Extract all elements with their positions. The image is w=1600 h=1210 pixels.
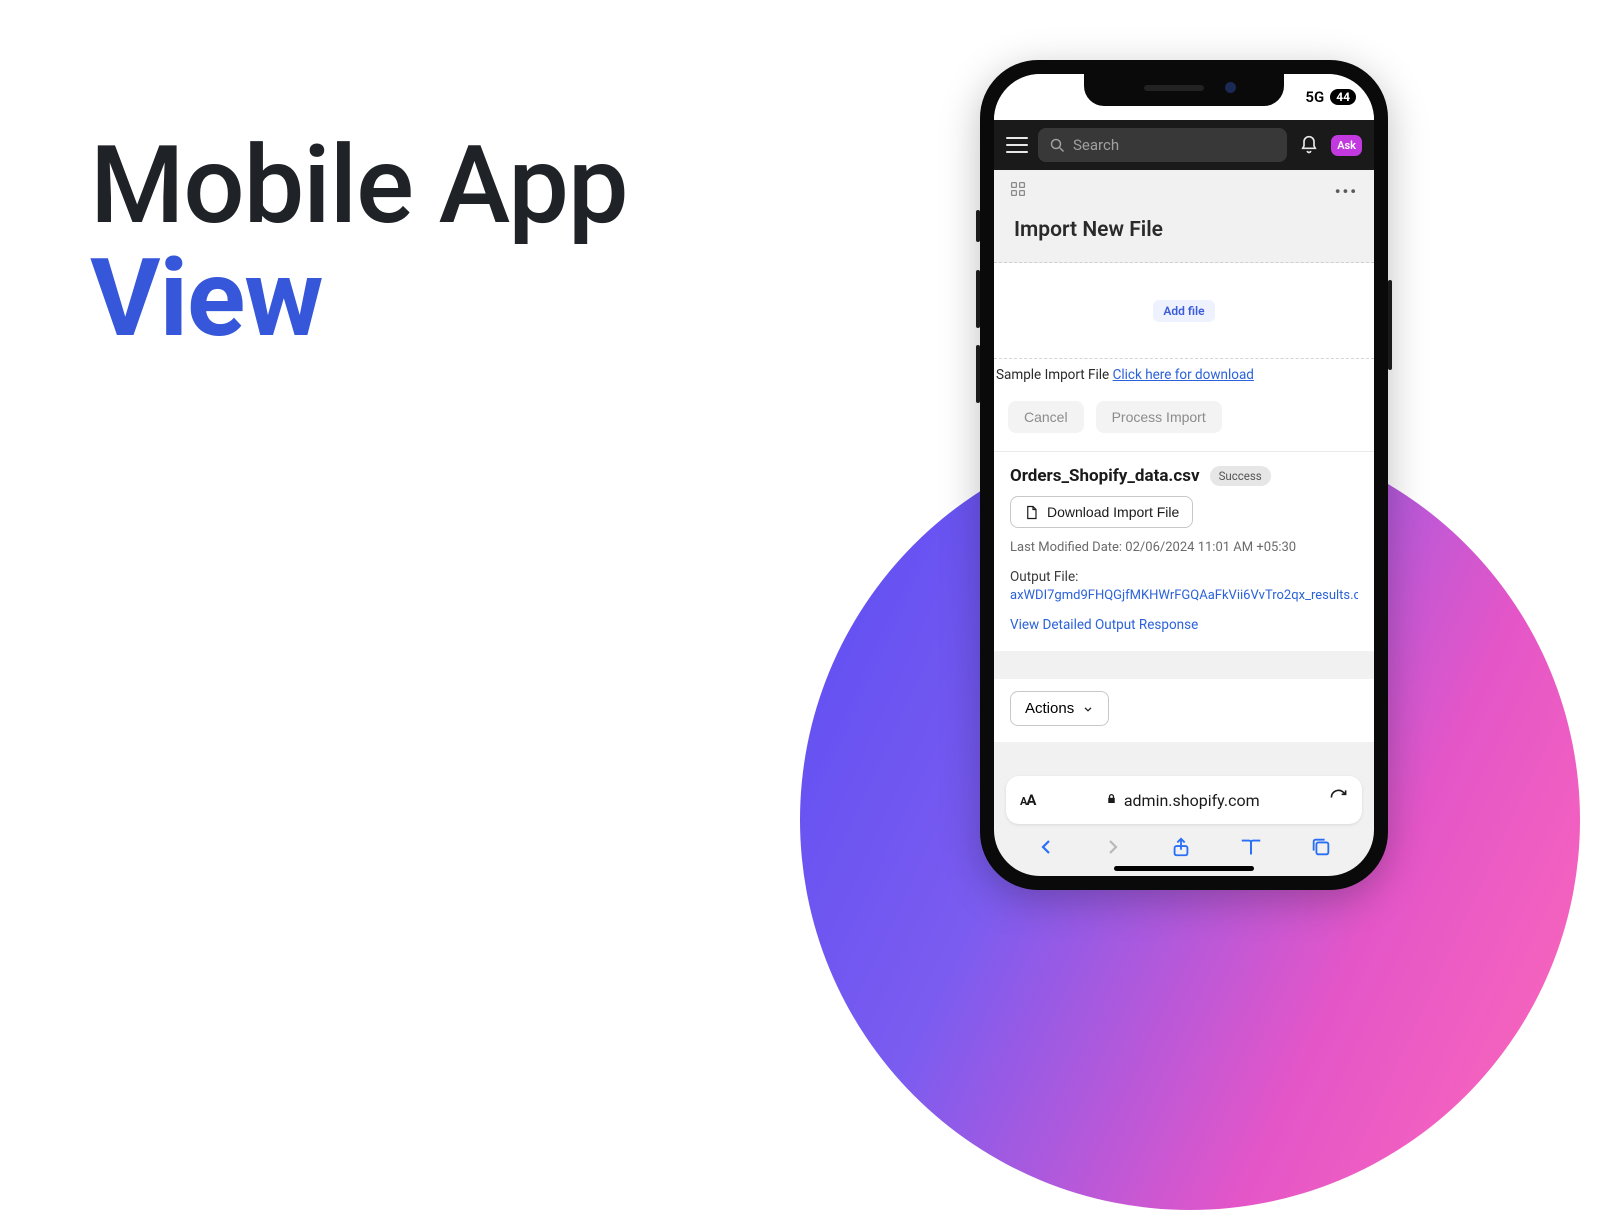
search-input[interactable]: Search (1038, 128, 1287, 162)
file-dropzone[interactable]: Add file (994, 263, 1374, 359)
status-badge: Success (1210, 466, 1271, 486)
page-header-row: ••• (994, 170, 1374, 212)
tabs-icon[interactable] (1310, 836, 1332, 858)
phone-notch (1084, 74, 1284, 106)
add-file-button[interactable]: Add file (1153, 300, 1214, 322)
phone-frame: 5G 44 Search Ask (980, 60, 1388, 890)
result-filename: Orders_Shopify_data.csv (1010, 466, 1200, 486)
import-result-card: Orders_Shopify_data.csv Success Download… (994, 452, 1374, 651)
network-label: 5G (1305, 88, 1324, 106)
safari-url-bar[interactable]: AA admin.shopify.com (1006, 776, 1362, 824)
url-domain: admin.shopify.com (1124, 791, 1260, 810)
view-detailed-output-link[interactable]: View Detailed Output Response (1010, 617, 1358, 633)
actions-label: Actions (1025, 700, 1074, 717)
output-file-label: Output File: (1010, 569, 1358, 585)
hamburger-menu-icon[interactable] (1006, 137, 1028, 153)
text-size-icon[interactable]: AA (1020, 791, 1035, 809)
sample-download-link[interactable]: Click here for download (1113, 367, 1254, 383)
share-icon[interactable] (1170, 836, 1192, 858)
search-icon (1050, 138, 1065, 153)
chevron-down-icon (1082, 703, 1094, 715)
phone-silence-switch (976, 210, 980, 242)
lock-icon (1105, 792, 1118, 809)
download-button-label: Download Import File (1047, 504, 1179, 520)
forward-icon (1103, 837, 1123, 857)
last-modified-line: Last Modified Date: 02/06/2024 11:01 AM … (1010, 540, 1358, 555)
ask-badge[interactable]: Ask (1331, 135, 1362, 156)
slide-heading: Mobile App View (90, 130, 627, 357)
notifications-bell-icon[interactable] (1297, 133, 1321, 157)
app-icon[interactable] (1010, 181, 1026, 201)
battery-badge: 44 (1330, 89, 1356, 105)
download-import-file-button[interactable]: Download Import File (1010, 496, 1193, 528)
actions-row: Actions (994, 679, 1374, 742)
action-button-row: Cancel Process Import (994, 391, 1374, 452)
bookmarks-icon[interactable] (1239, 836, 1263, 858)
cancel-button[interactable]: Cancel (1008, 401, 1084, 433)
home-indicator[interactable] (1114, 866, 1254, 871)
heading-line-1: Mobile App (90, 123, 627, 249)
page-title: Import New File (994, 212, 1374, 263)
heading-line-2: View (90, 236, 322, 362)
phone-screen: 5G 44 Search Ask (994, 74, 1374, 876)
more-menu-icon[interactable]: ••• (1335, 182, 1358, 201)
phone-volume-up (976, 270, 980, 328)
safari-bottom-toolbar (994, 826, 1374, 868)
phone-volume-down (976, 345, 980, 403)
actions-dropdown-button[interactable]: Actions (1010, 691, 1109, 726)
sample-file-row: Sample Import File Click here for downlo… (994, 359, 1374, 391)
section-gap (994, 651, 1374, 679)
search-placeholder: Search (1073, 136, 1119, 154)
reload-icon[interactable] (1329, 788, 1348, 812)
phone-power-button (1388, 280, 1392, 370)
file-icon (1024, 505, 1039, 520)
output-file-name[interactable]: axWDI7gmd9FHQGjfMKHWrFGQAaFkVii6VvTro2qx… (1010, 588, 1358, 603)
sample-file-label: Sample Import File (996, 367, 1113, 383)
app-topbar: Search Ask (994, 120, 1374, 170)
process-import-button[interactable]: Process Import (1096, 401, 1222, 433)
back-icon[interactable] (1036, 837, 1056, 857)
